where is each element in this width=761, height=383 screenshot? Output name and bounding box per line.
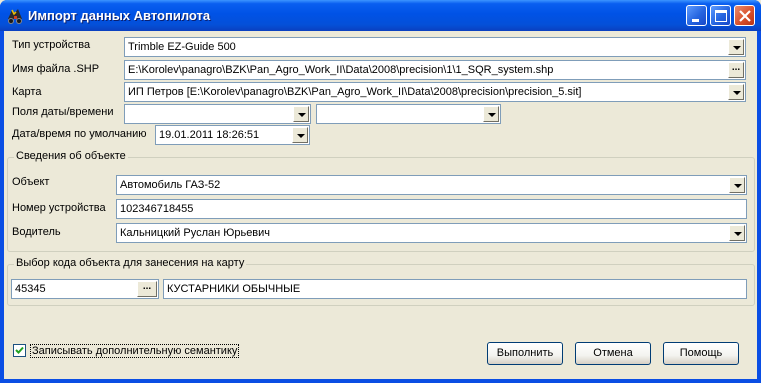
object-code-name: КУСТАРНИКИ ОБЫЧНЫЕ bbox=[167, 283, 301, 295]
cancel-button[interactable]: Отмена bbox=[575, 342, 651, 365]
time-field-select[interactable] bbox=[316, 104, 501, 124]
object-code-group: Выбор кода объекта для занесения на карт… bbox=[7, 257, 755, 306]
object-label: Объект bbox=[12, 176, 50, 188]
title-bar[interactable]: Импорт данных Автопилота bbox=[0, 0, 761, 31]
driver-value: Кальницкий Руслан Юрьевич bbox=[120, 227, 271, 239]
minimize-icon bbox=[692, 19, 699, 22]
object-info-title: Сведения об объекте bbox=[14, 150, 128, 162]
object-code-name-field: КУСТАРНИКИ ОБЫЧНЫЕ bbox=[163, 279, 747, 299]
datetime-fields-label: Поля даты/времени bbox=[12, 106, 114, 118]
shp-file-field[interactable]: E:\Korolev\panagro\BZK\Pan_Agro_Work_II\… bbox=[124, 60, 746, 80]
shp-file-label: Имя файла .SHP bbox=[12, 63, 100, 75]
chevron-down-icon[interactable] bbox=[292, 127, 308, 143]
chevron-down-icon[interactable] bbox=[483, 106, 499, 122]
shp-file-value: E:\Korolev\panagro\BZK\Pan_Agro_Work_II\… bbox=[128, 64, 554, 76]
semantics-checkbox[interactable] bbox=[13, 344, 26, 357]
close-button[interactable] bbox=[734, 5, 755, 26]
chevron-down-icon[interactable] bbox=[729, 225, 745, 241]
chevron-down-icon[interactable] bbox=[293, 106, 309, 122]
semantics-checkbox-label[interactable]: Записывать дополнительную семантику bbox=[30, 344, 240, 358]
default-datetime-value: 19.01.2011 18:26:51 bbox=[159, 129, 260, 141]
checkmark-icon bbox=[15, 346, 24, 354]
object-select[interactable]: Автомобиль ГАЗ-52 bbox=[116, 175, 747, 195]
tractor-icon bbox=[6, 7, 24, 25]
default-datetime-label: Дата/время по умолчанию bbox=[12, 128, 147, 140]
map-label: Карта bbox=[12, 86, 42, 98]
window-title: Импорт данных Автопилота bbox=[28, 8, 211, 23]
run-button[interactable]: Выполнить bbox=[487, 342, 563, 365]
chevron-down-icon[interactable] bbox=[728, 39, 744, 55]
driver-select[interactable]: Кальницкий Руслан Юрьевич bbox=[116, 223, 747, 243]
chevron-down-icon[interactable] bbox=[728, 84, 744, 100]
maximize-icon bbox=[715, 10, 727, 22]
chevron-down-icon[interactable] bbox=[729, 177, 745, 193]
device-type-value: Trimble EZ-Guide 500 bbox=[128, 41, 236, 53]
minimize-button[interactable] bbox=[686, 5, 707, 26]
driver-label: Водитель bbox=[12, 226, 61, 238]
close-icon bbox=[739, 10, 751, 22]
default-datetime-picker[interactable]: 19.01.2011 18:26:51 bbox=[155, 125, 310, 145]
browse-code-button[interactable]: ... bbox=[137, 281, 157, 297]
device-number-label: Номер устройства bbox=[12, 202, 106, 214]
map-value: ИП Петров [E:\Korolev\panagro\BZK\Pan_Ag… bbox=[128, 86, 582, 98]
device-type-label: Тип устройства bbox=[12, 39, 91, 51]
object-code-value[interactable]: 45345 bbox=[15, 283, 46, 295]
device-number-input[interactable]: 102346718455 bbox=[116, 199, 747, 219]
browse-shp-button[interactable]: ... bbox=[728, 62, 744, 78]
date-field-select[interactable] bbox=[124, 104, 311, 124]
map-select[interactable]: ИП Петров [E:\Korolev\panagro\BZK\Pan_Ag… bbox=[124, 82, 746, 102]
device-type-select[interactable]: Trimble EZ-Guide 500 bbox=[124, 37, 746, 57]
device-number-value: 102346718455 bbox=[120, 203, 194, 215]
object-value: Автомобиль ГАЗ-52 bbox=[120, 179, 221, 191]
dialog-window: Импорт данных Автопилота Тип устройства … bbox=[0, 0, 761, 383]
help-button[interactable]: Помощь bbox=[663, 342, 739, 365]
dialog-client-area: Тип устройства Trimble EZ-Guide 500 Имя … bbox=[4, 31, 757, 379]
object-code-field[interactable]: 45345 ... bbox=[11, 279, 159, 299]
maximize-button[interactable] bbox=[710, 5, 731, 26]
object-info-group: Сведения об объекте Объект Автомобиль ГА… bbox=[7, 150, 755, 252]
object-code-title: Выбор кода объекта для занесения на карт… bbox=[14, 257, 247, 269]
